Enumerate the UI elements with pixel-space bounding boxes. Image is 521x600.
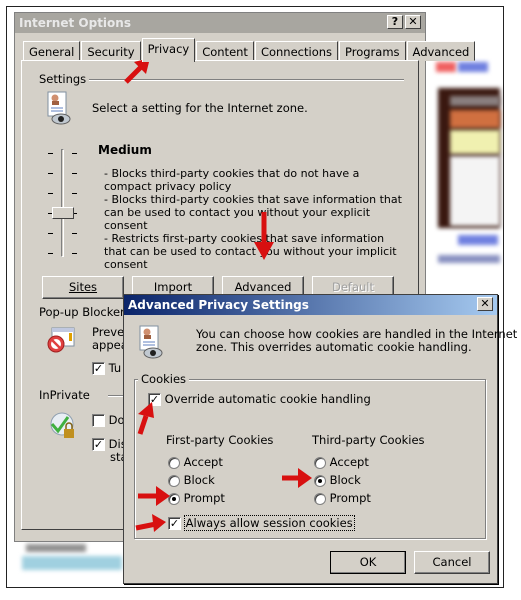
popup-blocker-icon xyxy=(46,327,76,358)
first-party-block-radio[interactable]: Block xyxy=(168,473,215,487)
description-line-1: - Blocks third-party cookies that do not… xyxy=(104,167,360,193)
cookies-group-label: Cookies xyxy=(138,372,190,386)
checkbox-empty xyxy=(92,414,105,427)
privacy-level-slider[interactable] xyxy=(44,149,84,259)
option-label: Block xyxy=(329,473,361,487)
sites-button[interactable]: Sites xyxy=(42,276,124,299)
slider-ticks xyxy=(44,149,84,259)
override-label: Override automatic cookie handling xyxy=(164,392,371,406)
close-button[interactable]: ✕ xyxy=(405,15,421,29)
third-party-block-radio[interactable]: Block xyxy=(314,473,361,487)
tab-strip: General Security Privacy Content Connect… xyxy=(23,38,476,62)
tab-privacy[interactable]: Privacy xyxy=(141,38,196,62)
inprivate-option-2-checkbox[interactable]: ✓ Dis xyxy=(92,437,127,451)
checkmark-icon: ✓ xyxy=(92,438,105,451)
turn-on-label: Tu xyxy=(108,361,122,375)
description-line-2: - Blocks third-party cookies that save i… xyxy=(104,193,402,232)
privacy-level-name: Medium xyxy=(98,143,152,157)
checkmark-icon: ✓ xyxy=(148,393,161,406)
radio-button xyxy=(314,456,326,469)
privacy-document-icon xyxy=(138,325,164,362)
first-party-accept-radio[interactable]: Accept xyxy=(168,455,223,469)
third-party-prompt-radio[interactable]: Prompt xyxy=(314,491,371,505)
description-line-3: - Restricts first-party cookies that sav… xyxy=(104,232,397,271)
always-allow-session-checkbox[interactable]: ✓ Always allow session cookies xyxy=(168,515,355,531)
radio-button-selected xyxy=(314,474,326,487)
inprivate-icon xyxy=(48,411,78,444)
option-label: Prompt xyxy=(183,491,225,505)
session-label: Always allow session cookies xyxy=(183,515,355,531)
third-party-accept-radio[interactable]: Accept xyxy=(314,455,369,469)
settings-group-label: Settings xyxy=(36,72,90,86)
advanced-privacy-dialog: Advanced Privacy Settings ✕ You can choo… xyxy=(123,294,517,584)
tab-programs[interactable]: Programs xyxy=(339,41,406,61)
inprivate-option-1-checkbox[interactable]: Do xyxy=(92,413,125,427)
help-button[interactable]: ? xyxy=(387,15,403,29)
background-blurred-bar xyxy=(22,556,122,570)
inprivate-group-label: InPrivate xyxy=(36,388,93,402)
tab-advanced[interactable]: Advanced xyxy=(406,41,476,61)
radio-button xyxy=(168,456,180,469)
tab-security[interactable]: Security xyxy=(81,41,141,61)
default-button-label: Default xyxy=(331,280,375,294)
advanced-button-label: Advanced xyxy=(234,280,292,294)
third-party-label: Third-party Cookies xyxy=(312,433,425,447)
override-checkbox[interactable]: ✓ Override automatic cookie handling xyxy=(148,392,371,406)
privacy-level-description: - Blocks third-party cookies that do not… xyxy=(104,167,404,271)
first-party-label: First-party Cookies xyxy=(166,433,274,447)
internet-options-titlebar[interactable]: Internet Options ? ✕ xyxy=(15,13,425,33)
turn-on-popup-blocker-checkbox[interactable]: ✓ Tu xyxy=(92,361,121,375)
radio-button xyxy=(314,492,326,505)
window-title: Internet Options xyxy=(19,16,131,30)
dialog-title: Advanced Privacy Settings xyxy=(128,298,309,312)
sites-button-label: Sites xyxy=(68,280,98,294)
checkmark-icon: ✓ xyxy=(92,362,105,375)
close-button[interactable]: ✕ xyxy=(477,297,493,311)
import-button-label: Import xyxy=(153,280,193,294)
intro-line-2: zone. This overrides automatic cookie ha… xyxy=(196,340,472,354)
slider-thumb[interactable] xyxy=(52,207,74,219)
background-blurred-text xyxy=(26,544,86,552)
option-label: Prompt xyxy=(329,491,371,505)
ok-label: OK xyxy=(359,555,377,569)
option-label: Accept xyxy=(329,455,369,469)
cancel-label: Cancel xyxy=(432,555,472,569)
option-label: Accept xyxy=(183,455,223,469)
option-label: Block xyxy=(183,473,215,487)
settings-intro-text: Select a setting for the Internet zone. xyxy=(92,101,308,115)
first-party-prompt-radio[interactable]: Prompt xyxy=(168,491,225,505)
cancel-button[interactable]: Cancel xyxy=(414,551,490,574)
ok-button[interactable]: OK xyxy=(330,551,406,574)
privacy-document-icon xyxy=(46,91,72,128)
radio-button-selected xyxy=(168,492,180,505)
tab-connections[interactable]: Connections xyxy=(254,41,339,61)
tab-content[interactable]: Content xyxy=(196,41,254,61)
radio-button xyxy=(168,474,180,487)
popup-blocker-group-label: Pop-up Blocker xyxy=(36,305,128,319)
intro-line-1: You can choose how cookies are handled i… xyxy=(196,327,518,341)
tab-general[interactable]: General xyxy=(23,41,81,61)
advanced-privacy-titlebar[interactable]: Advanced Privacy Settings ✕ xyxy=(124,295,497,315)
checkmark-icon: ✓ xyxy=(168,517,181,530)
settings-divider xyxy=(82,79,404,81)
